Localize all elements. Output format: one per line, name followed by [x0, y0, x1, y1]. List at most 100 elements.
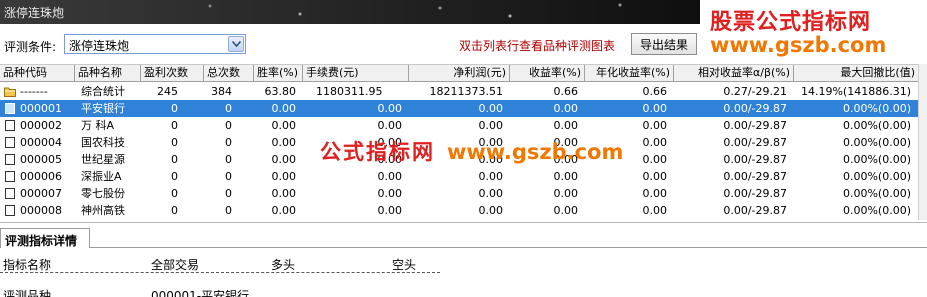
row-wins: 0	[171, 153, 178, 166]
row-name: 神州高铁	[81, 204, 125, 217]
row-fee: 0.00	[377, 170, 403, 183]
document-icon	[5, 103, 15, 114]
col-header-fee[interactable]: 手续费(元)	[303, 65, 409, 82]
summary-fee: 1180311.95	[316, 85, 383, 98]
summary-row[interactable]: ------- 综合统计 245 384 63.80 1180311.95 18…	[0, 83, 918, 100]
row-drawdown: 0.00%(0.00)	[842, 204, 911, 217]
double-click-hint: 双击列表行查看品种评测图表	[459, 39, 616, 53]
col-header-relative[interactable]: 相对收益率α/β(%)	[674, 65, 794, 82]
table-row[interactable]: 000008 神州高铁 0 0 0.00 0.00 0.00 0.00 0.00 0.00/-29…	[0, 202, 918, 219]
col-header-total[interactable]: 总次数	[204, 65, 254, 82]
row-fee: 0.00	[377, 119, 403, 132]
row-total: 0	[225, 102, 232, 115]
summary-total: 384	[211, 85, 232, 98]
row-profit: 0.00	[478, 102, 504, 115]
condition-select[interactable]: 涨停连珠炮	[64, 34, 246, 54]
row-wins: 0	[171, 187, 178, 200]
row-code: 000007	[20, 187, 62, 200]
col-header-drawdown[interactable]: 最大回撤比(值)	[794, 65, 918, 82]
summary-drawdown: 14.19%(141886.31)	[800, 85, 911, 98]
row-relative: 0.00/-29.87	[723, 170, 787, 183]
row-drawdown: 0.00%(0.00)	[842, 170, 911, 183]
row-total: 0	[225, 170, 232, 183]
row-relative: 0.00/-29.87	[723, 102, 787, 115]
table-row[interactable]: 000001 平安银行 0 0 0.00 0.00 0.00 0.00 0.00 0.00/-29…	[0, 100, 918, 117]
row-annual: 0.00	[642, 119, 668, 132]
export-results-button[interactable]: 导出结果	[631, 33, 697, 55]
col-header-annual[interactable]: 年化收益率(%)	[585, 65, 674, 82]
detail-header-long: 多头	[271, 258, 296, 272]
row-code: 000005	[20, 153, 62, 166]
tab-indicator-details[interactable]: 评测指标详情	[0, 228, 90, 248]
summary-winrate: 63.80	[264, 85, 297, 98]
detail-header-all: 全部交易	[151, 258, 200, 272]
row-name: 世纪星源	[81, 153, 125, 166]
row-rate: 0.00	[271, 136, 297, 149]
row-name: 零七股份	[81, 187, 125, 200]
summary-code: -------	[20, 85, 48, 98]
row-total: 0	[225, 153, 232, 166]
row-name: 国农科技	[81, 136, 125, 149]
panel-divider	[0, 222, 927, 223]
col-header-name[interactable]: 品种名称	[75, 65, 141, 82]
col-header-code[interactable]: 品种代码	[0, 65, 75, 82]
row-fee: 0.00	[377, 204, 403, 217]
row-code: 000008	[20, 204, 62, 217]
row-relative: 0.00/-29.87	[723, 153, 787, 166]
document-icon	[5, 120, 15, 131]
col-header-return[interactable]: 收益率(%)	[510, 65, 585, 82]
row-name: 万 科A	[81, 119, 115, 132]
row-rate: 0.00	[271, 153, 297, 166]
folder-icon	[4, 87, 16, 97]
document-icon	[5, 171, 15, 182]
row-total: 0	[225, 119, 232, 132]
row-rate: 0.00	[271, 170, 297, 183]
col-header-profit[interactable]: 净利润(元)	[409, 65, 510, 82]
row-drawdown: 0.00%(0.00)	[842, 187, 911, 200]
title-bar-decoration	[180, 0, 700, 24]
row-code: 000006	[20, 170, 62, 183]
row-drawdown: 0.00%(0.00)	[842, 102, 911, 115]
chevron-down-icon[interactable]	[228, 36, 244, 52]
row-code: 000004	[20, 136, 62, 149]
row-code: 000002	[20, 119, 62, 132]
center-watermark: 公式指标网 www.gszb.com	[320, 136, 623, 166]
table-row[interactable]: 000002 万 科A 0 0 0.00 0.00 0.00 0.00 0.00 0.00/-29…	[0, 117, 918, 134]
watermark-url: www.gszb.com	[447, 140, 624, 164]
row-name: 深振业A	[81, 170, 122, 183]
table-header: 品种代码 品种名称 盈利次数 总次数 胜率(%) 手续费(元) 净利润(元) 收…	[0, 65, 918, 82]
document-icon	[5, 154, 15, 165]
row-relative: 0.00/-29.87	[723, 204, 787, 217]
detail-header-short: 空头	[392, 258, 417, 272]
summary-return: 0.66	[553, 85, 579, 98]
col-header-wins[interactable]: 盈利次数	[141, 65, 204, 82]
row-ret: 0.00	[553, 204, 579, 217]
row-code: 000001	[20, 102, 62, 115]
row-profit: 0.00	[478, 187, 504, 200]
row-drawdown: 0.00%(0.00)	[842, 119, 911, 132]
document-icon	[5, 137, 15, 148]
row-rate: 0.00	[271, 187, 297, 200]
row-relative: 0.00/-29.87	[723, 187, 787, 200]
detail-row-all: 000001-平安银行	[151, 289, 250, 297]
document-icon	[5, 205, 15, 216]
summary-wins: 245	[157, 85, 178, 98]
row-ret: 0.00	[553, 102, 579, 115]
row-rate: 0.00	[271, 204, 297, 217]
summary-relative: 0.27/-29.21	[723, 85, 787, 98]
summary-name: 综合统计	[81, 85, 125, 98]
row-annual: 0.00	[642, 102, 668, 115]
row-profit: 0.00	[478, 204, 504, 217]
row-ret: 0.00	[553, 119, 579, 132]
row-ret: 0.00	[553, 170, 579, 183]
vertical-scrollbar[interactable]	[918, 64, 927, 220]
row-profit: 0.00	[478, 119, 504, 132]
document-icon	[5, 188, 15, 199]
row-total: 0	[225, 204, 232, 217]
table-row[interactable]: 000006 深振业A 0 0 0.00 0.00 0.00 0.00 0.00 0.00/-29…	[0, 168, 918, 185]
row-fee: 0.00	[377, 102, 403, 115]
row-drawdown: 0.00%(0.00)	[842, 153, 911, 166]
detail-separator	[0, 272, 440, 273]
col-header-winrate[interactable]: 胜率(%)	[254, 65, 303, 82]
table-row[interactable]: 000007 零七股份 0 0 0.00 0.00 0.00 0.00 0.00 0.00/-29…	[0, 185, 918, 202]
